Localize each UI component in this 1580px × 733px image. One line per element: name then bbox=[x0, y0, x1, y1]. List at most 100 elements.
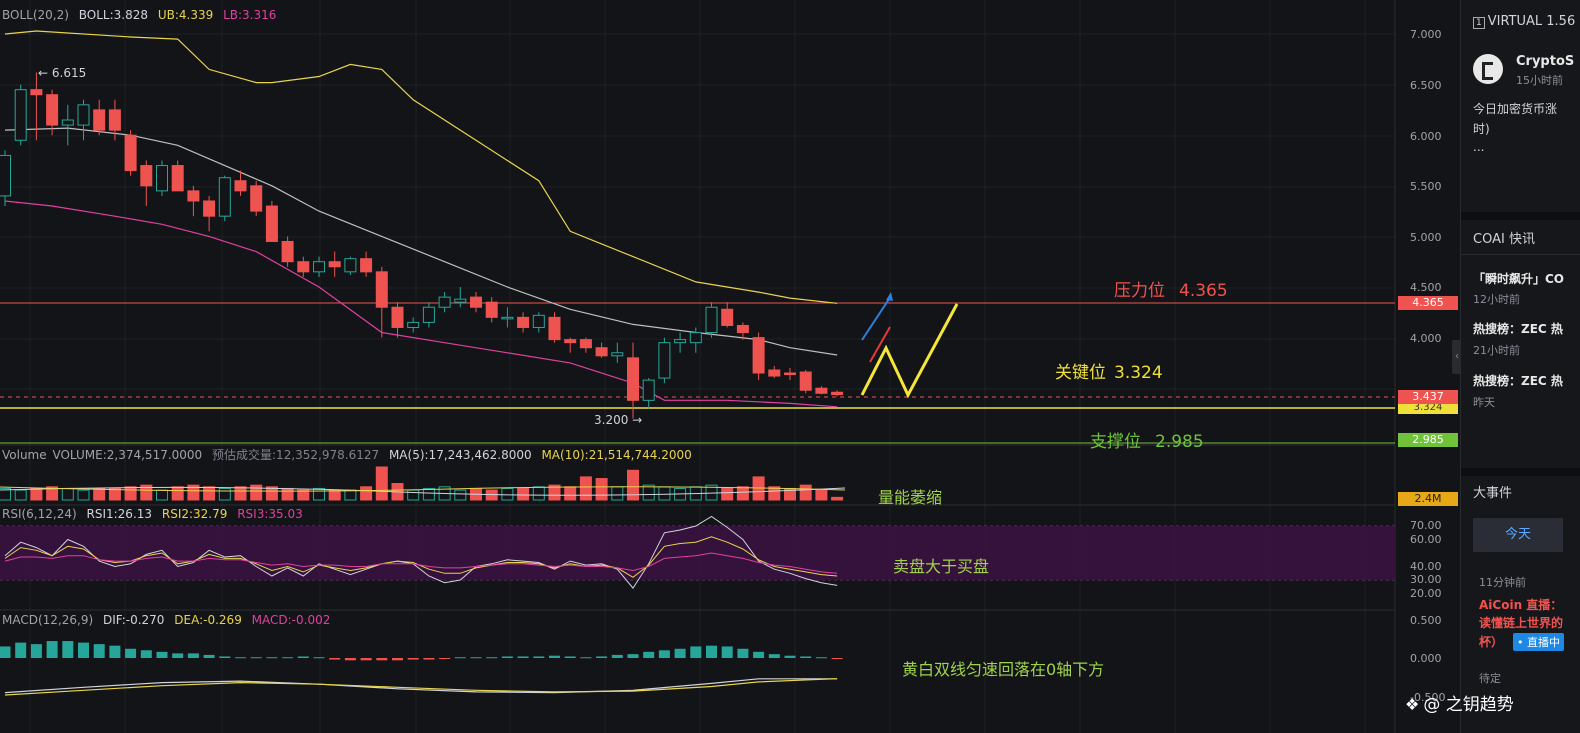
macd-bar-1 bbox=[15, 642, 27, 658]
axis-label-5000: 5.000 bbox=[1410, 231, 1442, 244]
list-icon: 1 bbox=[1473, 17, 1485, 29]
rsi-axis-20: 20.00 bbox=[1410, 587, 1442, 600]
candle-body-14 bbox=[218, 177, 231, 217]
volume-bar-32 bbox=[501, 487, 514, 501]
news-more[interactable]: ... bbox=[1473, 140, 1484, 154]
today-button[interactable]: 今天 bbox=[1473, 518, 1563, 552]
symbol-row[interactable]: 1 VIRTUAL 1.56 bbox=[1473, 14, 1575, 29]
flash-item-1-title[interactable]: 「瞬时飙升」CO bbox=[1473, 270, 1564, 287]
news-sidebar: 1 VIRTUAL 1.56 CryptoS 15小时前 今日加密货币涨 时) .… bbox=[1460, 0, 1580, 733]
macd-panel bbox=[0, 641, 843, 696]
macd-bar-37 bbox=[580, 657, 592, 659]
macd-axis-0: 0.000 bbox=[1410, 652, 1442, 665]
volume-bar-16 bbox=[250, 484, 263, 501]
candle-body-43 bbox=[674, 339, 687, 344]
candle-body-28 bbox=[438, 296, 451, 308]
source-avatar[interactable] bbox=[1473, 54, 1503, 84]
low-marker: 3.200 → bbox=[594, 413, 643, 427]
news-text-line2[interactable]: 时) bbox=[1473, 120, 1490, 137]
macd-bar-36 bbox=[564, 656, 576, 658]
macd-bar-46 bbox=[721, 646, 733, 658]
flash-divider bbox=[1461, 254, 1580, 255]
volume-bar-34 bbox=[532, 486, 545, 501]
source-time: 15小时前 bbox=[1516, 74, 1563, 87]
volume-bar-36 bbox=[564, 486, 577, 501]
candle-body-42 bbox=[658, 342, 671, 379]
volume-price-tag: 2.4M bbox=[1398, 492, 1458, 506]
volume-bar-22 bbox=[344, 489, 357, 501]
bollinger-bands bbox=[4, 30, 838, 408]
resistance-price-tag: 4.365 bbox=[1398, 296, 1458, 310]
macd-bar-14 bbox=[219, 656, 231, 658]
macd-bar-39 bbox=[611, 654, 623, 658]
candle-body-31 bbox=[485, 301, 498, 318]
macd-bar-52 bbox=[815, 657, 827, 659]
candle-body-38 bbox=[595, 347, 608, 357]
flash-item-3-title[interactable]: 热搜榜：ZEC 热 bbox=[1473, 372, 1563, 389]
candle-body-39 bbox=[611, 352, 624, 357]
macd-bar-31 bbox=[486, 657, 498, 659]
volume-bar-10 bbox=[156, 489, 168, 501]
candle-body-18 bbox=[281, 240, 294, 263]
volume-bars bbox=[0, 466, 846, 501]
event-title-line3[interactable]: 杯） bbox=[1479, 633, 1503, 650]
macd-bar-15 bbox=[235, 657, 246, 659]
axis-label-5500: 5.500 bbox=[1410, 180, 1442, 193]
news-text-line1[interactable]: 今日加密货币涨 bbox=[1473, 100, 1557, 117]
flash-item-2-title[interactable]: 热搜榜：ZEC 热 bbox=[1473, 320, 1563, 337]
macd-dea-line bbox=[4, 678, 838, 696]
macd-bar-41 bbox=[643, 651, 655, 658]
candle-body-11 bbox=[171, 165, 184, 192]
sidebar-divider-2 bbox=[1461, 468, 1580, 476]
candle-body-50 bbox=[784, 372, 796, 376]
rsi-axis-60: 60.00 bbox=[1410, 533, 1442, 546]
candle-body-30 bbox=[470, 296, 482, 308]
volume-bar-37 bbox=[579, 476, 592, 501]
macd-bar-26 bbox=[407, 658, 419, 660]
candle-body-48 bbox=[752, 337, 765, 374]
candle-body-0 bbox=[0, 154, 11, 197]
projection-arrows bbox=[860, 292, 959, 399]
watermark: ❖ @ 之钥趋势 bbox=[1405, 695, 1514, 715]
macd-bar-11 bbox=[172, 653, 184, 658]
support-price-tag: 2.985 bbox=[1398, 433, 1458, 447]
volume-bar-15 bbox=[234, 486, 247, 501]
candle-body-35 bbox=[548, 316, 561, 341]
macd-header: MACD(12,26,9) DIF:-0.270 DEA:-0.269 MACD… bbox=[2, 613, 331, 627]
macd-bar-53 bbox=[831, 658, 843, 659]
candle-body-44 bbox=[689, 332, 702, 344]
volume-bar-38 bbox=[595, 478, 608, 501]
volume-bar-11 bbox=[171, 486, 184, 501]
event-time: 11分钟前 bbox=[1479, 576, 1526, 589]
source-logo-icon bbox=[1482, 62, 1493, 80]
event-title-line2[interactable]: 读懂链上世界的 bbox=[1479, 614, 1563, 631]
events-section-title: 大事件 bbox=[1473, 486, 1513, 501]
live-badge[interactable]: • 直播中 bbox=[1513, 633, 1564, 651]
macd-bar-20 bbox=[313, 657, 325, 659]
candle-body-20 bbox=[313, 261, 325, 273]
macd-bar-4 bbox=[62, 641, 74, 658]
macd-bar-13 bbox=[203, 654, 215, 658]
macd-bar-5 bbox=[78, 642, 89, 658]
volume-bar-42 bbox=[658, 486, 671, 501]
event-title-line1[interactable]: AiCoin 直播： bbox=[1479, 596, 1562, 613]
volume-bar-18 bbox=[281, 487, 294, 501]
candle-body-7 bbox=[108, 109, 121, 131]
candle-body-34 bbox=[532, 314, 545, 328]
macd-bar-27 bbox=[423, 658, 435, 660]
source-name[interactable]: CryptoS bbox=[1516, 54, 1574, 69]
candle-body-3 bbox=[46, 94, 59, 126]
volume-bar-13 bbox=[203, 486, 216, 501]
pending-label: 待定 bbox=[1479, 672, 1501, 685]
chart-area[interactable]: BOLL(20,2) BOLL:3.828 UB:4.339 LB:3.316 … bbox=[0, 0, 1460, 733]
rsi-band bbox=[0, 526, 1395, 580]
macd-bar-22 bbox=[344, 658, 356, 661]
candle-body-36 bbox=[564, 339, 577, 344]
macd-bar-44 bbox=[690, 646, 702, 658]
candle-body-21 bbox=[328, 261, 341, 268]
macd-bar-28 bbox=[439, 658, 451, 659]
macd-bar-49 bbox=[768, 654, 780, 658]
macd-axis-05: 0.500 bbox=[1410, 614, 1442, 627]
candle-body-53 bbox=[831, 391, 844, 396]
volume-bar-33 bbox=[517, 487, 530, 501]
